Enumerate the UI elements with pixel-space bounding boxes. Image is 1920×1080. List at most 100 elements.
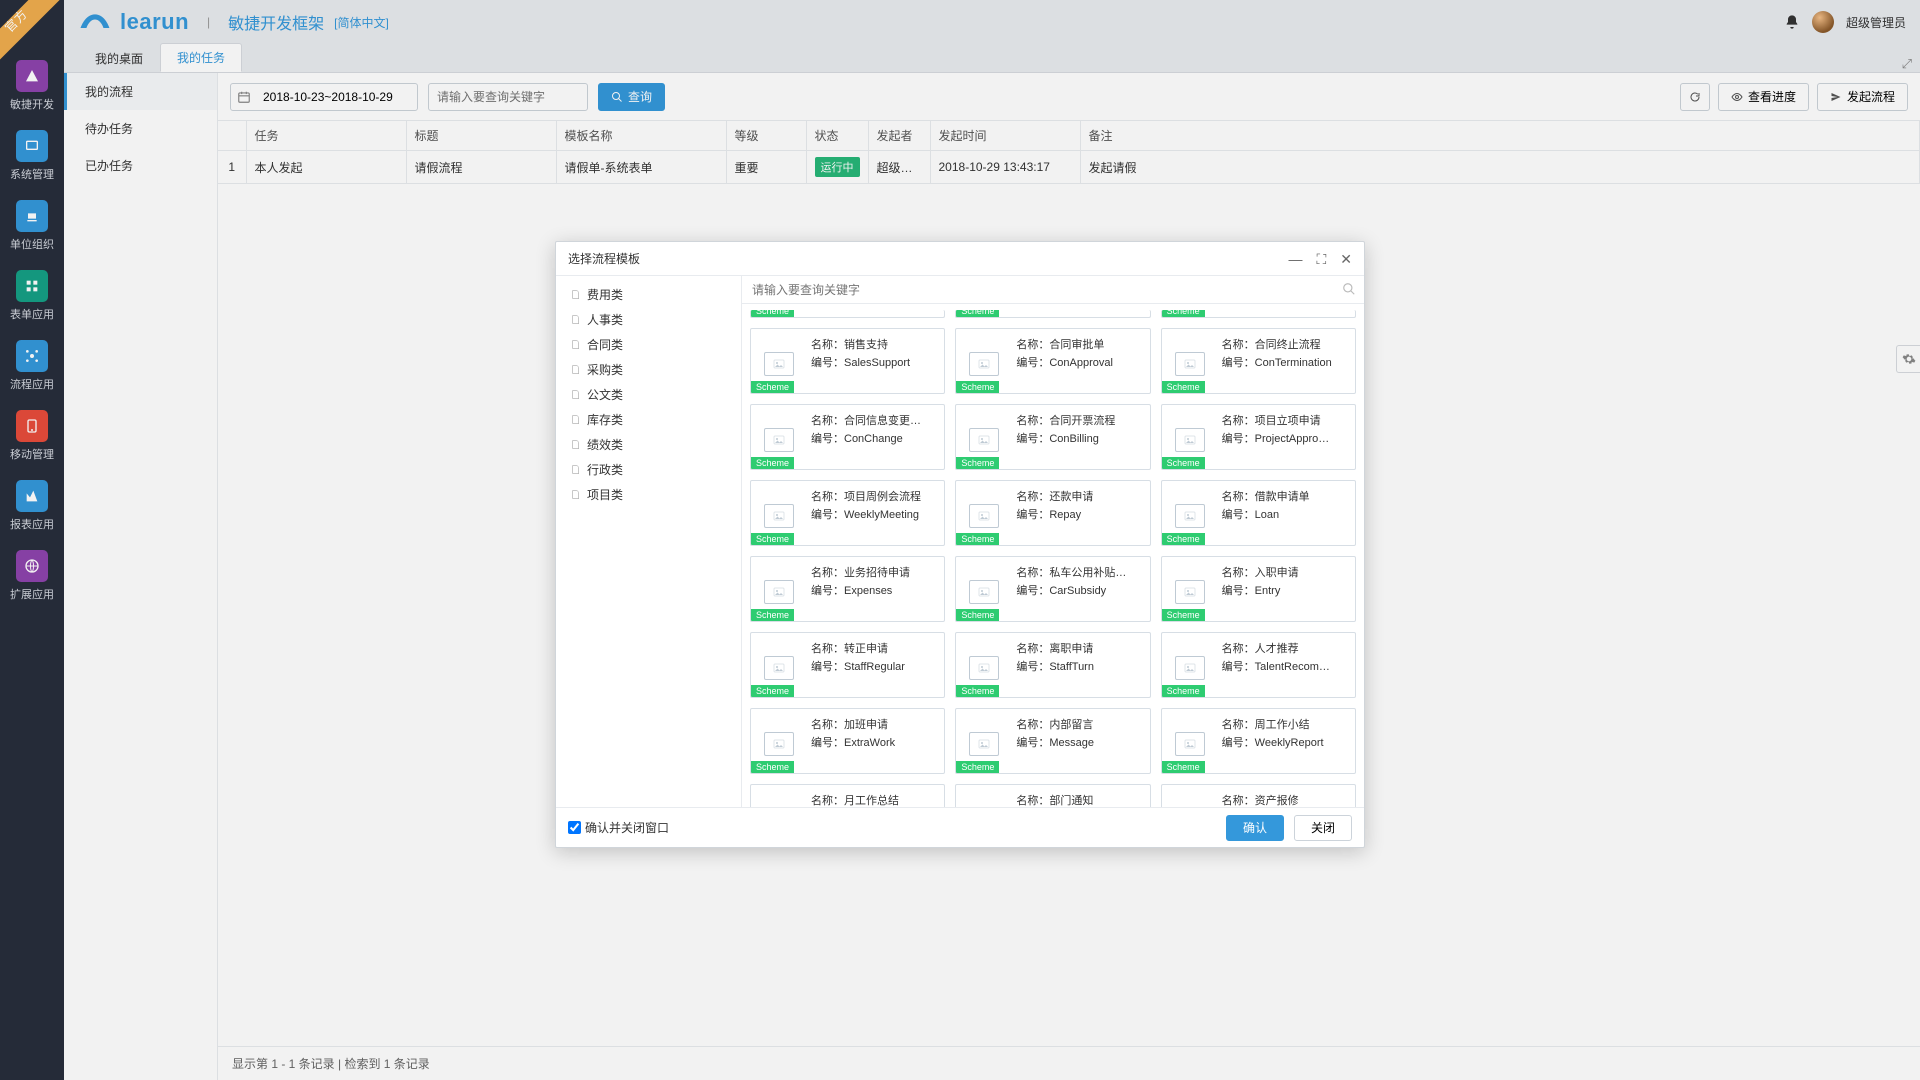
card-code: 编号：TalentRecom…: [1222, 659, 1347, 677]
template-card[interactable]: Scheme 名称：借款申请单 编号：Loan: [1161, 480, 1356, 546]
modal-search-input[interactable]: [742, 276, 1364, 303]
card-name: 名称：内部留言: [1016, 717, 1141, 735]
close-icon[interactable]: ✕: [1340, 252, 1352, 266]
category-item[interactable]: 费用类: [556, 282, 741, 307]
modal-titlebar: 选择流程模板 — ⛶ ✕: [556, 242, 1364, 276]
template-card[interactable]: Scheme 名称：入职申请 编号：Entry: [1161, 556, 1356, 622]
category-label: 费用类: [587, 286, 623, 303]
scheme-tag: Scheme: [751, 685, 794, 697]
scheme-tag: Scheme: [751, 381, 794, 393]
scheme-tag: Scheme: [956, 457, 999, 469]
image-icon: [969, 580, 999, 604]
confirm-close-input[interactable]: [568, 821, 581, 834]
template-card[interactable]: Scheme 名称：私车公用补贴… 编号：CarSubsidy: [955, 556, 1150, 622]
template-card[interactable]: Scheme 名称：项目周例会流程 编号：WeeklyMeeting: [750, 480, 945, 546]
category-label: 采购类: [587, 361, 623, 378]
scheme-tag: Scheme: [956, 533, 999, 545]
template-card[interactable]: Scheme 名称：周工作小结 编号：WeeklyReport: [1161, 708, 1356, 774]
category-label: 库存类: [587, 411, 623, 428]
template-card[interactable]: Scheme 名称：资产报修 编号：RepairAssets: [1161, 784, 1356, 807]
template-card[interactable]: Scheme 名称：部门通知 编号：DeptNotice: [955, 784, 1150, 807]
template-card[interactable]: Scheme: [1161, 310, 1356, 318]
template-card[interactable]: Scheme 名称：合同审批单 编号：ConApproval: [955, 328, 1150, 394]
category-item[interactable]: 人事类: [556, 307, 741, 332]
scheme-tag: Scheme: [751, 533, 794, 545]
scheme-tag: Scheme: [751, 609, 794, 621]
confirm-close-checkbox[interactable]: 确认并关闭窗口: [568, 819, 669, 836]
image-icon: [764, 656, 794, 680]
card-name: 名称：加班申请: [811, 717, 936, 735]
image-icon: [969, 732, 999, 756]
image-icon: [969, 504, 999, 528]
category-item[interactable]: 采购类: [556, 357, 741, 382]
image-icon: [764, 352, 794, 376]
category-item[interactable]: 项目类: [556, 482, 741, 507]
card-name: 名称：合同终止流程: [1222, 337, 1347, 355]
card-info: 名称：借款申请单 编号：Loan: [1218, 481, 1355, 545]
card-code: 编号：Entry: [1222, 583, 1347, 601]
card-info: 名称：还款申请 编号：Repay: [1012, 481, 1149, 545]
file-icon: [570, 389, 581, 400]
card-code: 编号：ConChange: [811, 431, 936, 449]
card-name: 名称：借款申请单: [1222, 489, 1347, 507]
card-info: 名称：私车公用补贴… 编号：CarSubsidy: [1012, 557, 1149, 621]
card-code: 编号：ConBilling: [1016, 431, 1141, 449]
template-card[interactable]: Scheme 名称：转正申请 编号：StaffRegular: [750, 632, 945, 698]
scheme-tag: Scheme: [956, 609, 999, 621]
template-card[interactable]: Scheme 名称：项目立项申请 编号：ProjectAppro…: [1161, 404, 1356, 470]
modal-footer: 确认并关闭窗口 确认 关闭: [556, 807, 1364, 847]
template-card[interactable]: Scheme 名称：月工作总结 编号：MonthlyReport: [750, 784, 945, 807]
template-card[interactable]: Scheme 名称：加班申请 编号：ExtraWork: [750, 708, 945, 774]
category-item[interactable]: 合同类: [556, 332, 741, 357]
card-name: 名称：项目立项申请: [1222, 413, 1347, 431]
template-card[interactable]: Scheme 名称：人才推荐 编号：TalentRecom…: [1161, 632, 1356, 698]
image-icon: [764, 732, 794, 756]
card-code: 编号：CarSubsidy: [1016, 583, 1141, 601]
category-item[interactable]: 行政类: [556, 457, 741, 482]
template-card[interactable]: Scheme 名称：离职申请 编号：StaffTurn: [955, 632, 1150, 698]
category-label: 绩效类: [587, 436, 623, 453]
card-info: 名称：入职申请 编号：Entry: [1218, 557, 1355, 621]
file-icon: [570, 314, 581, 325]
modal-title-text: 选择流程模板: [568, 250, 640, 267]
category-item[interactable]: 公文类: [556, 382, 741, 407]
template-card[interactable]: Scheme: [750, 310, 945, 318]
template-card[interactable]: Scheme 名称：合同终止流程 编号：ConTermination: [1161, 328, 1356, 394]
category-item[interactable]: 库存类: [556, 407, 741, 432]
card-thumb: [1162, 785, 1218, 807]
scheme-tag: Scheme: [751, 761, 794, 773]
card-code: 编号：ConTermination: [1222, 355, 1347, 373]
template-card[interactable]: Scheme: [955, 310, 1150, 318]
search-icon[interactable]: [1342, 282, 1356, 299]
card-code: 编号：ConApproval: [1016, 355, 1141, 373]
card-info: 名称：月工作总结 编号：MonthlyReport: [807, 785, 944, 807]
file-icon: [570, 464, 581, 475]
card-code: 编号：Message: [1016, 735, 1141, 753]
file-icon: [570, 489, 581, 500]
category-label: 项目类: [587, 486, 623, 503]
card-code: 编号：ProjectAppro…: [1222, 431, 1347, 449]
template-card[interactable]: Scheme 名称：内部留言 编号：Message: [955, 708, 1150, 774]
template-card[interactable]: Scheme 名称：业务招待申请 编号：Expenses: [750, 556, 945, 622]
image-icon: [1175, 580, 1205, 604]
ok-button[interactable]: 确认: [1226, 815, 1284, 841]
category-item[interactable]: 绩效类: [556, 432, 741, 457]
scheme-tag: Scheme: [1162, 381, 1205, 393]
maximize-icon[interactable]: ⛶: [1316, 252, 1326, 266]
cancel-button[interactable]: 关闭: [1294, 815, 1352, 841]
template-card[interactable]: Scheme 名称：销售支持 编号：SalesSupport: [750, 328, 945, 394]
scheme-tag: Scheme: [1162, 761, 1205, 773]
template-card[interactable]: Scheme 名称：还款申请 编号：Repay: [955, 480, 1150, 546]
card-code: 编号：Expenses: [811, 583, 936, 601]
card-name: 名称：资产报修: [1222, 793, 1347, 807]
template-card[interactable]: Scheme 名称：合同信息变更… 编号：ConChange: [750, 404, 945, 470]
card-info: 名称：内部留言 编号：Message: [1012, 709, 1149, 773]
category-list: 费用类人事类合同类采购类公文类库存类绩效类行政类项目类: [556, 276, 742, 807]
card-area[interactable]: Scheme Scheme Scheme Scheme 名称：销售支持 编号：S…: [742, 304, 1364, 807]
image-icon: [764, 504, 794, 528]
card-code: 编号：ExtraWork: [811, 735, 936, 753]
minimize-icon[interactable]: —: [1288, 252, 1302, 266]
scheme-tag: Scheme: [1162, 609, 1205, 621]
scheme-tag: Scheme: [956, 685, 999, 697]
template-card[interactable]: Scheme 名称：合同开票流程 编号：ConBilling: [955, 404, 1150, 470]
